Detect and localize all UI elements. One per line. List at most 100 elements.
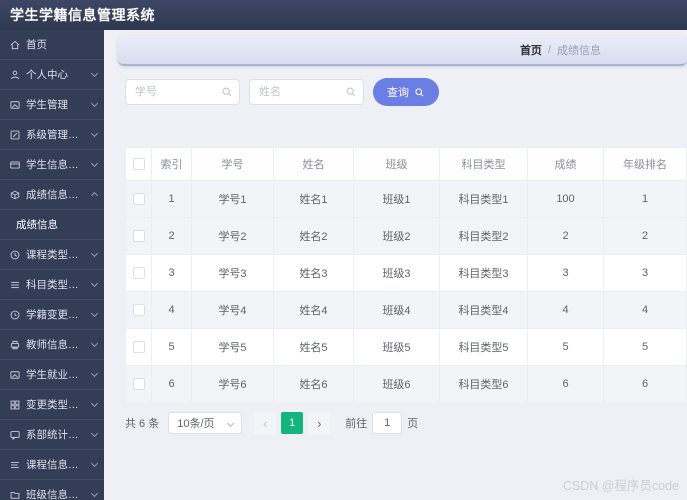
query-button-label: 查询 (387, 87, 409, 99)
sidebar-item-label: 首页 (26, 39, 47, 51)
row-checkbox[interactable] (132, 230, 145, 243)
cell-student-id: 学号2 (191, 217, 274, 255)
sidebar-item-label: 个人中心 (26, 69, 68, 81)
sidebar-subitem-score-info[interactable]: 成绩信息 (0, 210, 104, 240)
cell-class: 班级2 (353, 217, 440, 255)
sidebar-item-label: 班级信息管理 (26, 489, 87, 500)
select-all-checkbox[interactable] (132, 158, 145, 171)
column-header-class: 班级 (353, 147, 440, 181)
search-icon (415, 87, 424, 96)
bank-card-icon (10, 160, 20, 169)
column-header-grade-rank: 年级排名 (603, 147, 687, 181)
sidebar-item-label: 课程类型管理 (26, 249, 87, 261)
cell-name: 姓名4 (273, 291, 354, 329)
cell-class: 班级1 (353, 180, 440, 218)
sidebar-item-label: 成绩信息管理 (26, 189, 87, 201)
cell-class: 班级3 (353, 254, 440, 292)
table-row[interactable]: 1 学号1 姓名1 班级1 科目类型1 100 1 (125, 180, 687, 218)
name-field-wrap (249, 79, 364, 105)
cell-name: 姓名6 (273, 365, 354, 403)
breadcrumb-home-link[interactable]: 首页 (520, 42, 542, 58)
goto-label: 前往 (345, 418, 368, 430)
cell-grade-rank: 4 (603, 291, 687, 329)
cell-subject-type: 科目类型6 (439, 365, 528, 403)
sidebar-item-label: 系级管理员管理 (26, 129, 87, 141)
sidebar-item-teacher-info-mgmt[interactable]: 教师信息管理 (0, 330, 104, 360)
student-id-field-wrap (125, 79, 240, 105)
cell-class: 班级5 (353, 328, 440, 366)
chevron-up-icon (90, 191, 99, 200)
sidebar-item-label: 成绩信息 (16, 219, 58, 231)
column-header-name: 姓名 (273, 147, 354, 181)
table-row[interactable]: 4 学号4 姓名4 班级4 科目类型4 4 4 (125, 291, 687, 329)
table-row[interactable]: 2 学号2 姓名2 班级2 科目类型2 2 2 (125, 217, 687, 255)
goto-page-input[interactable] (372, 412, 403, 434)
list-icon (11, 281, 19, 288)
chevron-down-icon (90, 459, 99, 468)
breadcrumb-separator: / (547, 44, 551, 56)
column-header-student-id: 学号 (191, 147, 274, 181)
row-checkbox[interactable] (132, 304, 145, 317)
sidebar-item-label: 学生管理 (26, 99, 68, 111)
sidebar-item-dept-admin-mgmt[interactable]: 系级管理员管理 (0, 120, 104, 150)
cell-student-id: 学号5 (191, 328, 274, 366)
sidebar-item-label: 学生就业管理 (26, 369, 87, 381)
scores-table: 索引 学号 姓名 班级 科目类型 成绩 年级排名 1 学号1 姓名1 班级1 科… (125, 147, 687, 403)
query-button[interactable]: 查询 (373, 78, 439, 106)
current-page-button[interactable]: 1 (281, 412, 304, 434)
next-page-button[interactable]: › (308, 412, 331, 434)
sidebar-item-subject-type-mgmt[interactable]: 科目类型管理 (0, 270, 104, 300)
home-icon (10, 40, 20, 49)
sidebar-item-student-info-mgmt[interactable]: 学生信息管理 (0, 150, 104, 180)
pagination-total: 共 6 条 (125, 418, 160, 430)
row-checkbox[interactable] (132, 341, 145, 354)
sidebar-item-dept-stats-mgmt[interactable]: 系部统计管理 (0, 420, 104, 450)
app-title: 学生学籍信息管理系统 (10, 7, 155, 23)
table-row[interactable]: 3 学号3 姓名3 班级3 科目类型3 3 3 (125, 254, 687, 292)
page-size-select[interactable]: 10条/页 (168, 412, 243, 434)
sidebar-item-label: 学生信息管理 (26, 159, 87, 171)
cell-subject-type: 科目类型4 (439, 291, 528, 329)
column-header-index: 索引 (151, 147, 192, 181)
prev-page-button[interactable]: ‹ (254, 412, 277, 434)
sidebar-item-course-info-mgmt[interactable]: 课程信息管理 (0, 450, 104, 480)
sidebar-item-change-type-mgmt[interactable]: 变更类型管理 (0, 390, 104, 420)
row-checkbox[interactable] (132, 378, 145, 391)
clock-icon (10, 250, 20, 259)
cell-student-id: 学号3 (191, 254, 274, 292)
sidebar-item-student-employment-mgmt[interactable]: 学生就业管理 (0, 360, 104, 390)
cell-grade-rank: 5 (603, 328, 687, 366)
chevron-down-icon (90, 249, 99, 258)
cell-name: 姓名2 (273, 217, 354, 255)
picture-icon (10, 100, 20, 109)
sidebar-item-course-type-mgmt[interactable]: 课程类型管理 (0, 240, 104, 270)
cell-name: 姓名5 (273, 328, 354, 366)
sidebar-item-status-change-mgmt[interactable]: 学籍变更管理 (0, 300, 104, 330)
cell-subject-type: 科目类型3 (439, 254, 528, 292)
chevron-down-icon (90, 429, 99, 438)
table-row[interactable]: 6 学号6 姓名6 班级6 科目类型6 6 6 (125, 365, 687, 403)
cell-index: 6 (151, 365, 192, 403)
sidebar-item-class-info-mgmt[interactable]: 班级信息管理 (0, 480, 104, 500)
cell-subject-type: 科目类型2 (439, 217, 528, 255)
row-checkbox[interactable] (132, 193, 145, 206)
sidebar-item-personal-center[interactable]: 个人中心 (0, 60, 104, 90)
sidebar-item-score-info-mgmt[interactable]: 成绩信息管理 (0, 180, 104, 210)
chevron-down-icon (90, 369, 99, 378)
row-checkbox[interactable] (132, 267, 145, 280)
cell-student-id: 学号6 (191, 365, 274, 403)
watermark: CSDN @程序员code (562, 479, 679, 493)
cell-score: 3 (527, 254, 604, 292)
sidebar-item-label: 系部统计管理 (26, 429, 87, 441)
chevron-down-icon (90, 99, 99, 108)
chevron-down-icon (90, 489, 99, 498)
table-header-row: 索引 学号 姓名 班级 科目类型 成绩 年级排名 (125, 147, 687, 181)
breadcrumb: 首页 / 成绩信息 (118, 36, 687, 66)
cell-index: 3 (151, 254, 192, 292)
cell-score: 2 (527, 217, 604, 255)
chevron-down-icon (90, 309, 99, 318)
cell-score: 100 (527, 180, 604, 218)
sidebar-item-student-mgmt[interactable]: 学生管理 (0, 90, 104, 120)
sidebar-item-home[interactable]: 首页 (0, 30, 104, 60)
table-row[interactable]: 5 学号5 姓名5 班级5 科目类型5 5 5 (125, 328, 687, 366)
